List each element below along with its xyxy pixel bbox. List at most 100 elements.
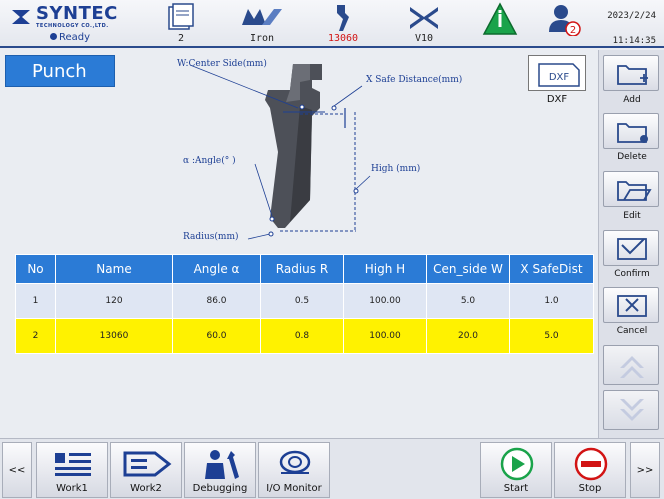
column-header-name[interactable]: Name xyxy=(55,254,173,284)
table-header-row: No Name Angle α Radius R High H Cen_side… xyxy=(15,254,594,284)
app-window: SYNTEC TECHNOLOGY CO.,LTD. Ready 2 Iron xyxy=(0,0,664,499)
debugging-icon xyxy=(205,450,239,479)
brand-subtitle: TECHNOLOGY CO.,LTD. xyxy=(36,23,109,29)
cell-angle: 86.0 xyxy=(172,283,261,319)
program-value: 2 xyxy=(177,33,185,44)
machine-status: Ready xyxy=(50,32,90,43)
page-down-button[interactable] xyxy=(603,390,659,430)
info-status[interactable] xyxy=(470,2,530,46)
cancel-button[interactable] xyxy=(603,287,659,323)
cancel-x-icon xyxy=(617,295,647,317)
cell-center-side: 5.0 xyxy=(426,283,510,319)
start-label: Start xyxy=(503,483,529,494)
delete-label: Delete xyxy=(617,152,647,162)
double-chevron-down-icon xyxy=(620,399,644,421)
folder-edit-icon xyxy=(617,181,652,201)
folder-delete-icon xyxy=(617,123,648,143)
status-text: Ready xyxy=(59,32,91,43)
work2-icon xyxy=(123,451,172,477)
brand-name: SYNTEC xyxy=(36,3,118,24)
right-sidebar: Add Delete Edit Confirm Cancel xyxy=(598,50,664,438)
prev-page-button[interactable]: << xyxy=(2,442,32,498)
radius-label: Radius(mm) xyxy=(183,232,239,242)
material-value: Iron xyxy=(249,33,275,44)
user-alarm-icon: 2 xyxy=(549,5,581,36)
column-header-high[interactable]: High H xyxy=(343,254,427,284)
user-alarm-status[interactable]: 2 xyxy=(533,2,593,46)
edit-label: Edit xyxy=(623,211,641,221)
punch-value: 13060 xyxy=(327,33,359,44)
start-play-icon xyxy=(500,447,534,481)
x-safe-distance-label: X Safe Distance(mm) xyxy=(366,75,463,85)
bottom-toolbar: << Work1 Work2 Debugging I/O Monitor Sta… xyxy=(0,438,664,499)
syntec-logo: SYNTEC TECHNOLOGY CO.,LTD. xyxy=(8,2,136,32)
dxf-button-text: DXF xyxy=(549,72,570,83)
die-value: V10 xyxy=(414,33,434,44)
cell-center-side: 20.0 xyxy=(426,318,510,354)
start-button[interactable]: Start xyxy=(480,442,552,498)
work1-label: Work1 xyxy=(56,483,88,494)
cell-high: 100.00 xyxy=(343,318,427,354)
logo-mark-icon xyxy=(12,10,30,24)
cell-angle: 60.0 xyxy=(172,318,261,354)
cell-radius: 0.5 xyxy=(260,283,344,319)
stop-icon xyxy=(574,447,608,481)
confirm-check-icon xyxy=(617,238,647,260)
date-text: 2023/2/24 xyxy=(607,11,656,21)
punch-tool-icon xyxy=(337,5,349,31)
next-page-button[interactable]: >> xyxy=(630,442,660,498)
status-dot-icon xyxy=(50,33,57,40)
high-label: High (mm) xyxy=(371,164,421,174)
double-chevron-up-icon xyxy=(620,356,644,378)
stop-button[interactable]: Stop xyxy=(554,442,626,498)
cell-x-safe-dist: 5.0 xyxy=(509,318,594,354)
confirm-button[interactable] xyxy=(603,230,659,266)
program-icon xyxy=(168,3,194,30)
info-warning-icon xyxy=(482,2,518,35)
work1-icon xyxy=(55,453,91,476)
io-monitor-label: I/O Monitor xyxy=(266,483,322,494)
datetime: 2023/2/24 11:14:35 xyxy=(607,4,656,54)
punch-status[interactable]: 13060 xyxy=(313,2,373,46)
work2-button[interactable]: Work2 xyxy=(110,442,182,498)
die-status[interactable]: V10 xyxy=(394,2,454,46)
io-monitor-button[interactable]: I/O Monitor xyxy=(258,442,330,498)
io-monitor-icon xyxy=(279,450,311,474)
folder-add-icon xyxy=(617,65,648,85)
dxf-icon: DXF xyxy=(538,63,580,87)
cell-name: 13060 xyxy=(55,318,173,354)
top-status-bar: SYNTEC TECHNOLOGY CO.,LTD. Ready 2 Iron xyxy=(0,0,664,48)
main-panel: Punch W:Center Side(mm) X Safe Distance(… xyxy=(0,50,598,438)
column-header-no[interactable]: No xyxy=(15,254,56,284)
cell-x-safe-dist: 1.0 xyxy=(509,283,594,319)
cell-no: 2 xyxy=(15,318,56,354)
work1-button[interactable]: Work1 xyxy=(36,442,108,498)
alarm-count: 2 xyxy=(570,25,576,36)
angle-label: α :Angle(° ) xyxy=(183,156,236,166)
page-up-button[interactable] xyxy=(603,345,659,385)
edit-button[interactable] xyxy=(603,171,659,207)
punch-table: No Name Angle α Radius R High H Cen_side… xyxy=(15,254,594,354)
cell-no: 1 xyxy=(15,283,56,319)
stop-label: Stop xyxy=(578,483,602,494)
add-button[interactable] xyxy=(603,55,659,91)
dxf-button[interactable]: DXF xyxy=(528,55,586,91)
cell-high: 100.00 xyxy=(343,283,427,319)
column-header-radius[interactable]: Radius R xyxy=(260,254,344,284)
program-status[interactable]: 2 xyxy=(151,2,211,46)
column-header-center-side[interactable]: Cen_side W xyxy=(426,254,510,284)
column-header-angle[interactable]: Angle α xyxy=(172,254,261,284)
cell-name: 120 xyxy=(55,283,173,319)
die-icon xyxy=(410,7,438,29)
table-row-selected[interactable]: 2 13060 60.0 0.8 100.00 20.0 5.0 xyxy=(15,318,594,354)
material-status[interactable]: Iron xyxy=(232,2,292,46)
w-center-side-label: W:Center Side(mm) xyxy=(177,59,267,69)
dxf-label: DXF xyxy=(546,94,568,105)
table-row[interactable]: 1 120 86.0 0.5 100.00 5.0 1.0 xyxy=(15,283,594,319)
work2-label: Work2 xyxy=(130,483,162,494)
delete-button[interactable] xyxy=(603,113,659,149)
debugging-button[interactable]: Debugging xyxy=(184,442,256,498)
cancel-label: Cancel xyxy=(616,326,648,336)
confirm-label: Confirm xyxy=(614,269,650,279)
column-header-x-safe-dist[interactable]: X SafeDist xyxy=(509,254,594,284)
